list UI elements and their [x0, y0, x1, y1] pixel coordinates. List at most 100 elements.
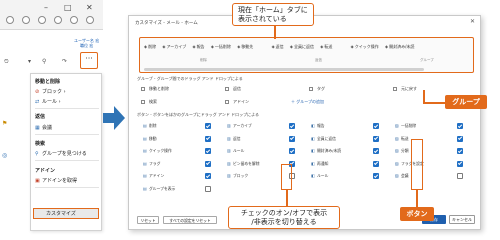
visibility-checkbox[interactable] [205, 185, 211, 192]
feedback-icon[interactable] [70, 16, 78, 24]
home-tab-callout: 現在「ホーム」タブに 表示されている [232, 3, 314, 26]
menu-item-get-addins[interactable]: ▣ アドインを取得 [35, 177, 77, 184]
button-option: ▤ アドイン [143, 172, 164, 180]
add-group-button[interactable]: ＋ グループの追加 [291, 97, 324, 106]
groups-label: グループ - グループ間でのドラッグ アンド ドロップによる [137, 76, 243, 81]
divider [35, 187, 99, 188]
visibility-checkbox[interactable] [289, 123, 295, 129]
button-option-label: グループを表示 [149, 185, 176, 191]
group-item[interactable]: 検索 [141, 97, 157, 106]
avatar[interactable] [86, 16, 94, 24]
button-option: ▤ 削除 [143, 122, 157, 130]
visibility-checkbox[interactable] [457, 173, 463, 179]
menu-item-customize[interactable]: カスタマイズ [33, 208, 99, 219]
menu-item-rule[interactable]: ⇄ ルール › [35, 98, 61, 105]
button-option: ▥ 返信 [227, 135, 241, 143]
menu-item-find-group[interactable]: ⚲ グループを見つける [35, 150, 87, 157]
group-tag: グループ [445, 95, 487, 109]
qat-item[interactable]: ◈報告 [192, 44, 204, 50]
group-item[interactable]: タグ [309, 84, 325, 93]
qat-item[interactable]: ◈クイック操作 [351, 44, 379, 50]
button-option-label: アドイン [149, 173, 165, 178]
customize-dialog: カスタマイズ - メール - ホーム ✕ ◈削除 ◈アーカイブ ◈報告 ◈一括削… [128, 15, 481, 230]
button-option-label: 返信 [233, 135, 241, 141]
visibility-checkbox[interactable] [205, 135, 211, 142]
settings-icon[interactable] [38, 16, 46, 24]
button-option: ▨ 転送 [395, 135, 409, 143]
group-item[interactable]: 移動と削除 [141, 84, 169, 93]
more-options-button[interactable]: ··· [80, 52, 98, 69]
checkbox-callout: チェックのオン/オフで表示 /非表示を切り替える [228, 206, 340, 229]
filter-icon[interactable]: ⚲ [42, 58, 46, 65]
cancel-button[interactable]: キャンセル [449, 215, 475, 224]
divider [35, 108, 99, 109]
clock-icon[interactable]: ⏲ [4, 58, 9, 66]
user-title: 職位 宏 [80, 43, 94, 48]
visibility-checkbox[interactable] [205, 148, 211, 154]
visibility-checkbox[interactable] [373, 173, 379, 179]
visibility-checkbox[interactable] [373, 160, 379, 167]
menu-header-search: 検索 [35, 141, 46, 147]
minimize-icon[interactable]: – [44, 3, 48, 12]
qat-group-label: 削除 [200, 58, 207, 62]
close-icon[interactable]: ✕ [86, 3, 93, 12]
button-option-label: 削除 [149, 123, 157, 128]
button-option-label: ルール [317, 173, 329, 178]
button-option: ▤ グループを表示 [143, 185, 175, 193]
visibility-checkbox[interactable] [205, 173, 211, 179]
reset-button[interactable]: リセット [137, 216, 159, 224]
redo-icon[interactable]: ↷ [62, 58, 67, 65]
qat-item[interactable]: ◈転送 [320, 44, 332, 50]
qat-item[interactable]: ◈削除 [144, 44, 156, 50]
qat-item[interactable]: ◈開封済み/未読 [385, 44, 414, 50]
button-option-label: 再通知 [317, 160, 329, 166]
button-option: ◧ 開封済み/未読 [311, 147, 341, 155]
visibility-checkbox[interactable] [457, 148, 463, 154]
button-option: ▥ ピン留めを解除 [227, 160, 260, 168]
qat-group-label: グループ [420, 58, 434, 62]
bell-icon[interactable] [22, 16, 30, 24]
button-option: ▥ ルール [227, 147, 244, 155]
title-bar: – □ ✕ [0, 0, 103, 30]
button-option-label: 報告 [317, 123, 325, 128]
button-option-label: 開封済み/未読 [317, 148, 342, 153]
button-option-label: 分類 [401, 148, 409, 153]
visibility-checkbox[interactable] [373, 135, 379, 142]
horizontal-scrollbar[interactable] [144, 68, 424, 71]
menu-header-addin: アドイン [35, 168, 56, 174]
reset-all-button[interactable]: すべての設定をリセット [163, 216, 217, 224]
visibility-checkbox[interactable] [457, 135, 463, 142]
toolbar-icon[interactable] [6, 16, 14, 24]
button-option-label: ブロック [233, 173, 249, 178]
visibility-checkbox[interactable] [457, 123, 463, 129]
button-option: ◧ 全員に返信 [311, 135, 336, 143]
maximize-icon[interactable]: □ [64, 3, 72, 12]
outlook-ribbon-panel: – □ ✕ ユーザー名 宏 職位 宏 ⏲ ▾ ⚲ ↷ ··· ⚑ ◎ 移動と削除… [0, 0, 103, 237]
visibility-checkbox[interactable] [205, 160, 211, 167]
button-option-label: ルール [233, 148, 245, 153]
dropdown-icon[interactable]: ▾ [28, 58, 31, 65]
menu-item-meeting[interactable]: ▦ 会議 [35, 124, 52, 131]
lightbulb-icon[interactable] [54, 16, 62, 24]
visibility-checkbox[interactable] [289, 148, 295, 154]
menu-item-block[interactable]: ⊘ ブロック › [35, 88, 66, 95]
qat-item[interactable]: ◈返信 [272, 44, 284, 50]
qat-group-label: 返信 [315, 58, 322, 62]
qat-item[interactable]: ◈アーカイブ [162, 44, 186, 50]
visibility-checkbox[interactable] [373, 123, 379, 129]
qat-item[interactable]: ◈一括削除 [211, 44, 231, 50]
group-item[interactable]: 返信 [225, 84, 241, 93]
qat-item[interactable]: ◈移動先 [237, 44, 253, 50]
qat-item[interactable]: ◈全員に返信 [290, 44, 314, 50]
group-item[interactable]: 元に戻す [393, 84, 417, 93]
visibility-checkbox[interactable] [457, 160, 463, 167]
menu-header-move-delete: 移動と削除 [35, 79, 61, 85]
callout-line [274, 25, 276, 39]
visibility-checkbox[interactable] [205, 123, 211, 129]
visibility-checkbox[interactable] [373, 148, 379, 154]
group-item[interactable]: アドイン [225, 97, 249, 106]
close-icon[interactable]: ✕ [470, 18, 475, 25]
button-tag: ボタン [400, 207, 434, 221]
visibility-checkbox[interactable] [289, 135, 295, 142]
calendar-icon: ▦ [35, 125, 40, 131]
